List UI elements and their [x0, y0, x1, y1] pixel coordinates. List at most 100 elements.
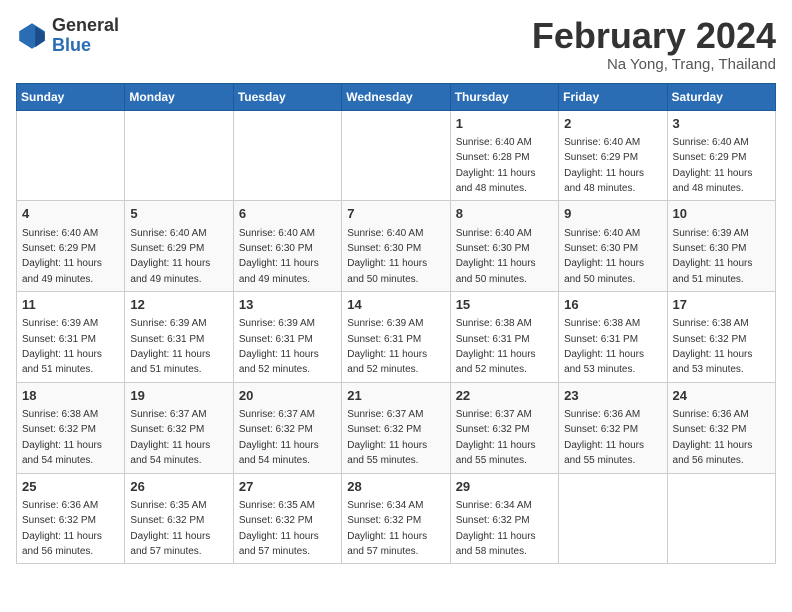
day-number: 12: [130, 296, 227, 314]
calendar-cell: [233, 110, 341, 201]
day-number: 7: [347, 205, 444, 223]
calendar-cell: 8 Sunrise: 6:40 AM Sunset: 6:30 PM Daylig…: [450, 201, 558, 292]
month-title: February 2024: [532, 16, 776, 56]
calendar-cell: 27 Sunrise: 6:35 AM Sunset: 6:32 PM Dayli…: [233, 473, 341, 564]
calendar-cell: 23 Sunrise: 6:36 AM Sunset: 6:32 PM Dayli…: [559, 382, 667, 473]
calendar-cell: 26 Sunrise: 6:35 AM Sunset: 6:32 PM Dayli…: [125, 473, 233, 564]
weekday-header: Friday: [559, 83, 667, 110]
day-number: 20: [239, 387, 336, 405]
day-number: 22: [456, 387, 553, 405]
day-info: Sunrise: 6:34 AM Sunset: 6:32 PM Dayligh…: [347, 500, 427, 557]
day-number: 13: [239, 296, 336, 314]
day-number: 26: [130, 478, 227, 496]
calendar-cell: 2 Sunrise: 6:40 AM Sunset: 6:29 PM Daylig…: [559, 110, 667, 201]
calendar-cell: [667, 473, 775, 564]
day-number: 2: [564, 115, 661, 133]
weekday-header: Saturday: [667, 83, 775, 110]
calendar-cell: 4 Sunrise: 6:40 AM Sunset: 6:29 PM Daylig…: [17, 201, 125, 292]
calendar-table: SundayMondayTuesdayWednesdayThursdayFrid…: [16, 83, 776, 565]
logo-icon: [16, 20, 48, 52]
day-info: Sunrise: 6:35 AM Sunset: 6:32 PM Dayligh…: [239, 500, 319, 557]
day-info: Sunrise: 6:36 AM Sunset: 6:32 PM Dayligh…: [22, 500, 102, 557]
day-info: Sunrise: 6:34 AM Sunset: 6:32 PM Dayligh…: [456, 500, 536, 557]
day-number: 21: [347, 387, 444, 405]
day-number: 29: [456, 478, 553, 496]
logo: General Blue: [16, 16, 119, 56]
day-number: 25: [22, 478, 119, 496]
calendar-cell: [342, 110, 450, 201]
calendar-cell: 20 Sunrise: 6:37 AM Sunset: 6:32 PM Dayli…: [233, 382, 341, 473]
day-number: 28: [347, 478, 444, 496]
calendar-cell: 9Sunrise: 6:40 AM Sunset: 6:30 PM Daylig…: [559, 201, 667, 292]
day-number: 27: [239, 478, 336, 496]
day-number: 14: [347, 296, 444, 314]
day-info: Sunrise: 6:40 AM Sunset: 6:28 PM Dayligh…: [456, 137, 536, 194]
calendar-cell: 1Sunrise: 6:40 AM Sunset: 6:28 PM Daylig…: [450, 110, 558, 201]
day-number: 16: [564, 296, 661, 314]
header: General Blue February 2024 Na Yong, Tran…: [16, 16, 776, 73]
day-info: Sunrise: 6:38 AM Sunset: 6:31 PM Dayligh…: [564, 318, 644, 375]
day-info: Sunrise: 6:36 AM Sunset: 6:32 PM Dayligh…: [564, 409, 644, 466]
calendar-cell: 25 Sunrise: 6:36 AM Sunset: 6:32 PM Dayli…: [17, 473, 125, 564]
calendar-cell: [17, 110, 125, 201]
calendar-cell: 5Sunrise: 6:40 AM Sunset: 6:29 PM Daylig…: [125, 201, 233, 292]
calendar-cell: 12 Sunrise: 6:39 AM Sunset: 6:31 PM Dayli…: [125, 292, 233, 383]
day-number: 19: [130, 387, 227, 405]
calendar-cell: 22 Sunrise: 6:37 AM Sunset: 6:32 PM Dayli…: [450, 382, 558, 473]
day-number: 4: [22, 205, 119, 223]
day-info: Sunrise: 6:37 AM Sunset: 6:32 PM Dayligh…: [239, 409, 319, 466]
day-number: 6: [239, 205, 336, 223]
day-info: Sunrise: 6:38 AM Sunset: 6:31 PM Dayligh…: [456, 318, 536, 375]
day-info: Sunrise: 6:40 AM Sunset: 6:30 PM Dayligh…: [564, 228, 644, 285]
calendar-cell: 6Sunrise: 6:40 AM Sunset: 6:30 PM Daylig…: [233, 201, 341, 292]
calendar-cell: 3 Sunrise: 6:40 AM Sunset: 6:29 PM Daylig…: [667, 110, 775, 201]
calendar-week-row: 11 Sunrise: 6:39 AM Sunset: 6:31 PM Dayli…: [17, 292, 776, 383]
day-number: 18: [22, 387, 119, 405]
day-info: Sunrise: 6:39 AM Sunset: 6:31 PM Dayligh…: [130, 318, 210, 375]
day-info: Sunrise: 6:40 AM Sunset: 6:29 PM Dayligh…: [564, 137, 644, 194]
calendar-cell: 14Sunrise: 6:39 AM Sunset: 6:31 PM Dayli…: [342, 292, 450, 383]
day-number: 3: [673, 115, 770, 133]
day-number: 17: [673, 296, 770, 314]
calendar-cell: 29 Sunrise: 6:34 AM Sunset: 6:32 PM Dayli…: [450, 473, 558, 564]
day-number: 11: [22, 296, 119, 314]
calendar-cell: 18 Sunrise: 6:38 AM Sunset: 6:32 PM Dayli…: [17, 382, 125, 473]
calendar-week-row: 1Sunrise: 6:40 AM Sunset: 6:28 PM Daylig…: [17, 110, 776, 201]
weekday-header: Sunday: [17, 83, 125, 110]
calendar-cell: 10 Sunrise: 6:39 AM Sunset: 6:30 PM Dayli…: [667, 201, 775, 292]
weekday-header: Tuesday: [233, 83, 341, 110]
calendar-cell: 28 Sunrise: 6:34 AM Sunset: 6:32 PM Dayli…: [342, 473, 450, 564]
day-info: Sunrise: 6:36 AM Sunset: 6:32 PM Dayligh…: [673, 409, 753, 466]
calendar-cell: 13 Sunrise: 6:39 AM Sunset: 6:31 PM Dayli…: [233, 292, 341, 383]
weekday-header: Wednesday: [342, 83, 450, 110]
day-info: Sunrise: 6:39 AM Sunset: 6:30 PM Dayligh…: [673, 228, 753, 285]
day-info: Sunrise: 6:40 AM Sunset: 6:30 PM Dayligh…: [347, 228, 427, 285]
calendar-cell: 11Sunrise: 6:39 AM Sunset: 6:31 PM Dayli…: [17, 292, 125, 383]
title-area: February 2024 Na Yong, Trang, Thailand: [532, 16, 776, 73]
calendar-cell: 17 Sunrise: 6:38 AM Sunset: 6:32 PM Dayli…: [667, 292, 775, 383]
calendar-week-row: 4 Sunrise: 6:40 AM Sunset: 6:29 PM Daylig…: [17, 201, 776, 292]
day-info: Sunrise: 6:35 AM Sunset: 6:32 PM Dayligh…: [130, 500, 210, 557]
day-info: Sunrise: 6:38 AM Sunset: 6:32 PM Dayligh…: [673, 318, 753, 375]
day-number: 5: [130, 205, 227, 223]
day-info: Sunrise: 6:38 AM Sunset: 6:32 PM Dayligh…: [22, 409, 102, 466]
day-info: Sunrise: 6:37 AM Sunset: 6:32 PM Dayligh…: [456, 409, 536, 466]
day-info: Sunrise: 6:37 AM Sunset: 6:32 PM Dayligh…: [347, 409, 427, 466]
day-info: Sunrise: 6:40 AM Sunset: 6:29 PM Dayligh…: [22, 228, 102, 285]
location-subtitle: Na Yong, Trang, Thailand: [532, 56, 776, 73]
calendar-cell: 16 Sunrise: 6:38 AM Sunset: 6:31 PM Dayli…: [559, 292, 667, 383]
day-number: 8: [456, 205, 553, 223]
calendar-cell: 21 Sunrise: 6:37 AM Sunset: 6:32 PM Dayli…: [342, 382, 450, 473]
calendar-cell: 7 Sunrise: 6:40 AM Sunset: 6:30 PM Daylig…: [342, 201, 450, 292]
day-number: 23: [564, 387, 661, 405]
day-number: 24: [673, 387, 770, 405]
day-info: Sunrise: 6:39 AM Sunset: 6:31 PM Dayligh…: [239, 318, 319, 375]
weekday-header: Monday: [125, 83, 233, 110]
day-number: 10: [673, 205, 770, 223]
day-info: Sunrise: 6:40 AM Sunset: 6:29 PM Dayligh…: [673, 137, 753, 194]
logo-general: General: [52, 16, 119, 36]
day-info: Sunrise: 6:40 AM Sunset: 6:30 PM Dayligh…: [456, 228, 536, 285]
day-number: 15: [456, 296, 553, 314]
logo-blue: Blue: [52, 36, 119, 56]
calendar-week-row: 25 Sunrise: 6:36 AM Sunset: 6:32 PM Dayli…: [17, 473, 776, 564]
